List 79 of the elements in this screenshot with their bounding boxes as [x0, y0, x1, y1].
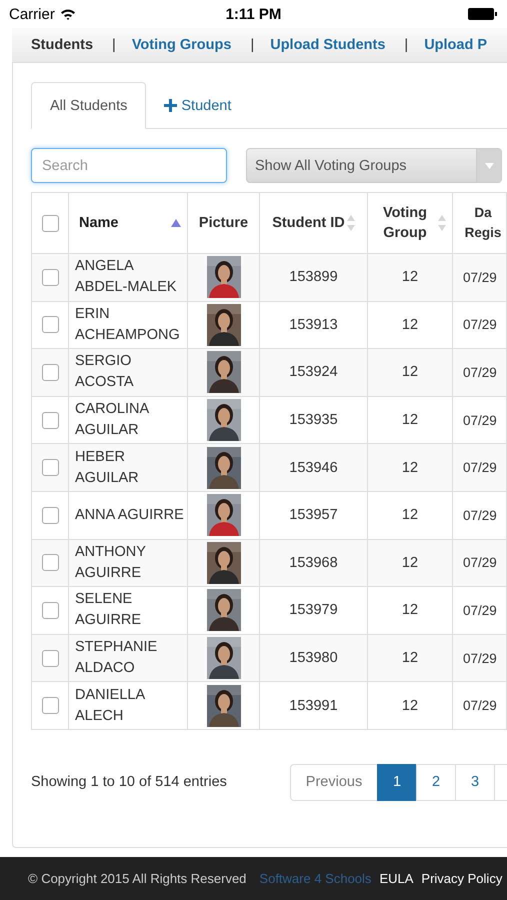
- student-id: 153968: [289, 554, 338, 571]
- nav-separator: |: [250, 37, 254, 53]
- select-all-checkbox[interactable]: [42, 214, 58, 232]
- student-id: 153913: [289, 316, 338, 333]
- tab[interactable]: All Students: [31, 82, 146, 129]
- row-checkbox[interactable]: [42, 602, 58, 619]
- wifi-icon: [60, 8, 76, 20]
- group-dropdown[interactable]: Show All Voting Groups: [246, 148, 502, 183]
- student-id: 153979: [289, 602, 338, 618]
- voting-group: 12: [402, 554, 418, 571]
- voting-group: 12: [402, 269, 418, 286]
- date-registered: 07/29: [463, 364, 497, 380]
- plus-icon: [164, 99, 178, 112]
- date-registered: 07/29: [463, 508, 497, 523]
- student-name: HEBER AGUILAR: [75, 448, 139, 486]
- row-checkbox[interactable]: [42, 697, 58, 714]
- battery-icon: [468, 8, 498, 20]
- student-name: ERIN ACHEAMPONG: [75, 306, 180, 343]
- voting-group: 12: [402, 650, 418, 666]
- voting-group: 12: [402, 412, 418, 428]
- date-registered: 07/29: [463, 602, 497, 618]
- voting-group: 12: [402, 364, 418, 380]
- voting-group: 12: [402, 460, 418, 476]
- status-time: 1:11 PM: [224, 6, 282, 22]
- student-id: 153991: [289, 698, 338, 714]
- student-id: 153935: [289, 412, 338, 428]
- row-checkbox[interactable]: [42, 459, 58, 476]
- student-name: SERGIO ACOSTA: [75, 353, 134, 390]
- student-id: 153899: [289, 269, 338, 286]
- row-checkbox[interactable]: [42, 554, 58, 572]
- student-name: ANNA AGUIRRE: [75, 506, 184, 523]
- carrier-label: Carrier: [9, 6, 55, 22]
- date-registered: 07/29: [463, 270, 497, 285]
- tab[interactable]: Student: [146, 82, 250, 129]
- student-name: STEPHANIE ALDACO: [75, 639, 158, 676]
- date-registered: 07/29: [463, 698, 497, 714]
- sort-icon[interactable]: [346, 215, 355, 231]
- student-name: ANTHONY AGUIRRE: [75, 544, 146, 581]
- footer-link[interactable]: Privacy Policy: [421, 871, 502, 886]
- student-id: 153924: [289, 364, 338, 380]
- date-registered: 07/29: [463, 650, 497, 666]
- row-checkbox[interactable]: [42, 506, 58, 524]
- nav-separator: |: [112, 37, 116, 53]
- row-checkbox[interactable]: [42, 364, 58, 381]
- date-registered: 07/29: [463, 412, 497, 428]
- voting-group: 12: [402, 316, 418, 333]
- entries-summary: Showing 1 to 10 of 514 entries: [31, 774, 227, 790]
- voting-group: 12: [402, 507, 418, 524]
- sort-icon[interactable]: [438, 215, 446, 231]
- copyright-text: © Copyright 2015 All Rights Reserved: [28, 871, 246, 886]
- voting-group: 12: [402, 698, 418, 714]
- page-button[interactable]: 1: [377, 764, 417, 801]
- student-name: DANIELLA ALECH: [75, 686, 144, 724]
- row-checkbox[interactable]: [42, 268, 58, 286]
- student-id: 153957: [289, 507, 338, 524]
- page-button[interactable]: 2: [416, 764, 456, 801]
- student-id: 153946: [289, 460, 338, 476]
- student-name: ANGELA ABDEL-MALEK: [75, 258, 177, 296]
- nav-separator: |: [404, 37, 408, 53]
- footer-link[interactable]: EULA: [379, 871, 414, 886]
- student-name: CAROLINA AGUILAR: [75, 401, 148, 438]
- page-button[interactable]: 3: [455, 764, 495, 801]
- student-id: 153980: [289, 650, 338, 666]
- date-registered: 07/29: [463, 317, 497, 332]
- caret-icon: [484, 162, 494, 168]
- row-checkbox[interactable]: [42, 650, 58, 667]
- nav-link[interactable]: Upload Students: [270, 37, 386, 53]
- search-field[interactable]: Search: [31, 148, 227, 183]
- nav-link[interactable]: Students: [31, 37, 94, 53]
- column-header[interactable]: Name: [79, 213, 118, 233]
- date-registered: 07/29: [463, 555, 497, 570]
- nav-link[interactable]: Voting Groups: [132, 37, 232, 53]
- sort-ascending-icon[interactable]: [171, 219, 181, 227]
- nav-link[interactable]: Upload P: [424, 37, 488, 53]
- row-checkbox[interactable]: [42, 316, 58, 334]
- voting-group: 12: [402, 602, 418, 618]
- student-name: SELENE AGUIRRE: [75, 591, 142, 628]
- date-registered: 07/29: [463, 460, 497, 476]
- row-checkbox[interactable]: [42, 412, 58, 429]
